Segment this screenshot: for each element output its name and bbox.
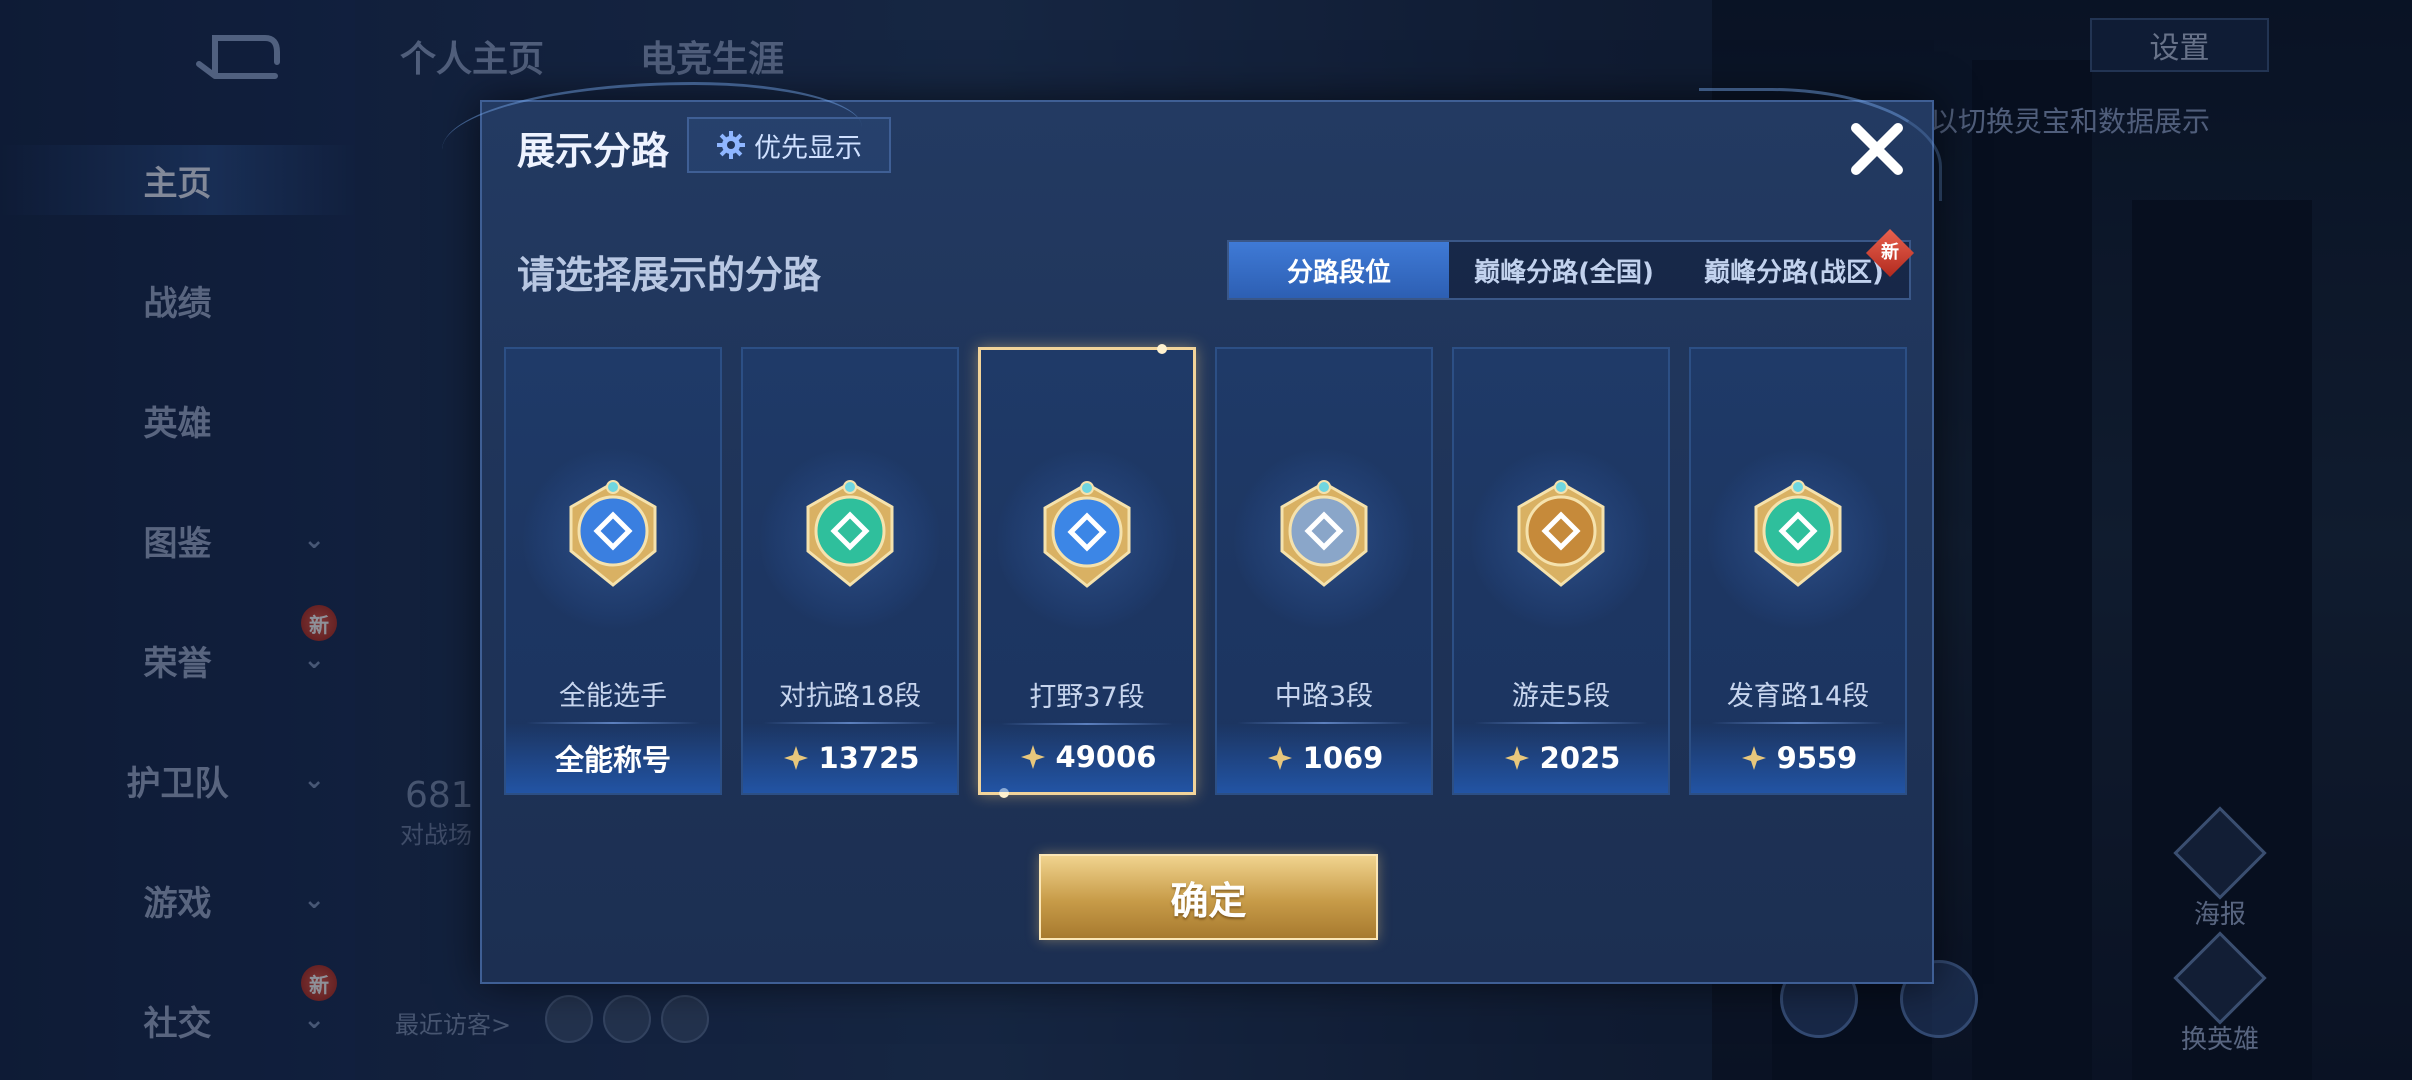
tab-peak-national[interactable]: 巅峰分路(全国)	[1449, 242, 1679, 298]
lane-card[interactable]: 打野37段 49006	[978, 344, 1196, 798]
jungle-medal-icon	[1043, 481, 1131, 588]
medal-glow	[1234, 449, 1414, 629]
medal-glow	[760, 449, 940, 629]
lane-card[interactable]: 全能选手 全能称号	[504, 347, 722, 795]
lane-name: 打野37段	[1029, 682, 1145, 713]
points-icon	[1741, 746, 1766, 770]
lane-card[interactable]: 发育路14段 9559	[1689, 347, 1907, 795]
lane-score: 49006	[981, 722, 1193, 792]
farm-lane-medal-icon	[1754, 480, 1842, 587]
lane-card[interactable]: 对抗路18段 13725	[741, 347, 959, 795]
dialog-title: 展示分路	[517, 129, 670, 173]
points-icon	[1267, 746, 1292, 770]
tab-peak-region[interactable]: 巅峰分路(战区) 新	[1679, 228, 1915, 298]
medal-glow	[1471, 449, 1651, 629]
close-icon[interactable]	[1842, 114, 1912, 184]
medal-glow	[1708, 449, 1888, 629]
priority-display-label: 优先显示	[754, 132, 862, 164]
lane-score-value: 2025	[1539, 741, 1621, 775]
roam-medal-icon	[1517, 480, 1605, 587]
lane-score-value: 全能称号	[554, 743, 671, 777]
dialog-subtitle: 请选择展示的分路	[517, 253, 822, 297]
lane-score: 2025	[1454, 723, 1668, 793]
lane-name: 游走5段	[1511, 681, 1611, 712]
medal-glow	[997, 450, 1177, 630]
confirm-button[interactable]: 确定	[1039, 854, 1378, 940]
points-icon	[1504, 746, 1529, 770]
lane-score-value: 1069	[1302, 741, 1384, 775]
lane-card[interactable]: 游走5段 2025	[1452, 347, 1670, 795]
points-icon	[783, 746, 808, 770]
lane-score-value: 9559	[1776, 741, 1858, 775]
new-badge: 新	[1865, 228, 1915, 278]
lane-card[interactable]: 中路3段 1069	[1215, 347, 1433, 795]
all-round-medal-icon	[569, 480, 657, 587]
lane-name: 全能选手	[559, 681, 667, 712]
medal-glow	[523, 449, 703, 629]
lane-score: 全能称号	[506, 723, 720, 793]
lane-score-value: 49006	[1055, 740, 1157, 774]
tab-peak-region-label: 巅峰分路(战区)	[1704, 257, 1884, 288]
tab-lane-rank[interactable]: 分路段位	[1229, 242, 1449, 298]
lane-display-dialog: 展示分路 优先显示 请选择展示的分路 分路段位 巅峰分路(全国) 巅峰分路(战区…	[442, 82, 1942, 984]
lane-type-tabs: 分路段位 巅峰分路(全国) 巅峰分路(战区) 新	[1227, 228, 1915, 300]
lane-name: 对抗路18段	[778, 681, 922, 712]
lane-name: 发育路14段	[1726, 681, 1870, 712]
clash-lane-medal-icon	[806, 480, 894, 587]
lane-score: 13725	[743, 723, 957, 793]
gear-icon	[717, 131, 745, 159]
points-icon	[1020, 745, 1045, 769]
mid-lane-medal-icon	[1280, 480, 1368, 587]
priority-display-button[interactable]: 优先显示	[687, 117, 891, 173]
lane-score: 9559	[1691, 723, 1905, 793]
selection-marker	[1157, 344, 1167, 354]
lane-score-value: 13725	[818, 741, 920, 775]
lane-score: 1069	[1217, 723, 1431, 793]
lane-name: 中路3段	[1274, 681, 1374, 712]
